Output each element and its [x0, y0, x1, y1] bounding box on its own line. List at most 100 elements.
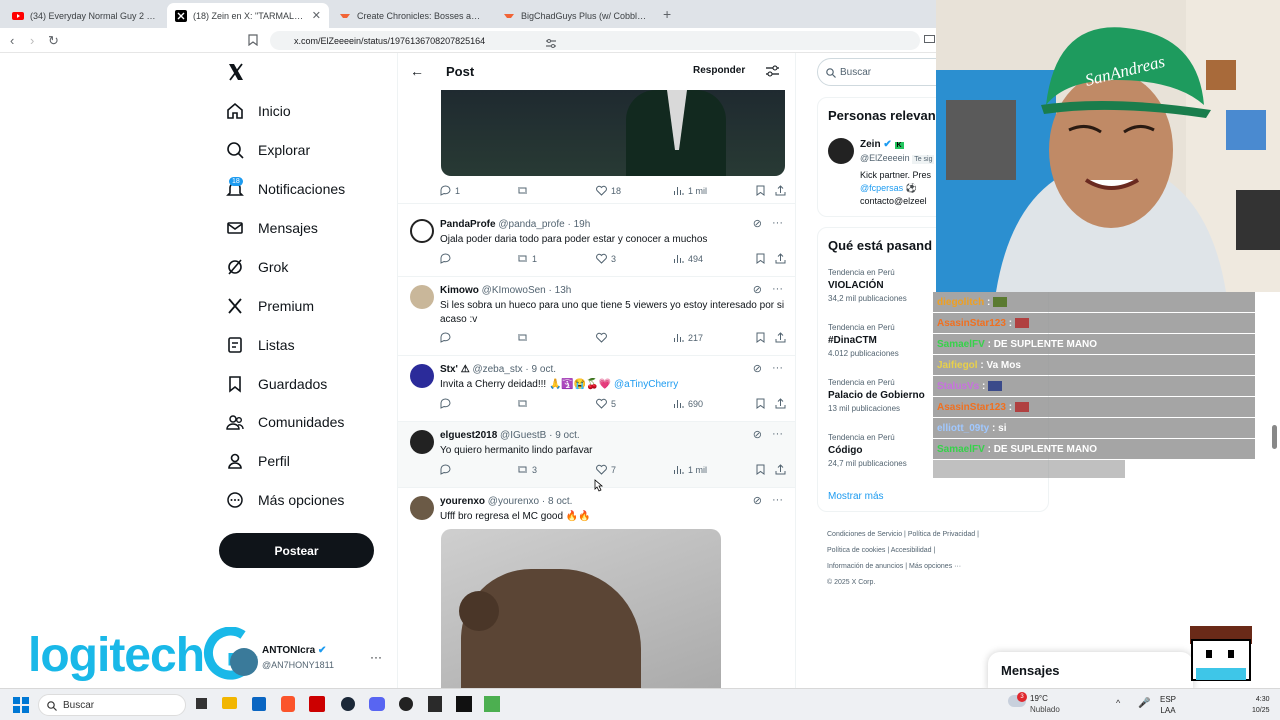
- task-view-icon[interactable]: [196, 698, 207, 709]
- trend-item[interactable]: Tendencia en Perú Código 24,7 mil publicac…: [828, 433, 907, 468]
- browser-tab-active[interactable]: (18) Zein en X: "TARMALAND 2" ✕: [167, 3, 329, 28]
- epic-games-icon[interactable]: [428, 696, 442, 712]
- reply-action[interactable]: [440, 253, 451, 264]
- trend-item[interactable]: Tendencia en Perú Palacio de Gobierno 13 m…: [828, 378, 925, 413]
- sidebar-item-grok[interactable]: Grok: [226, 258, 288, 276]
- sidebar-item-perfil[interactable]: Perfil: [226, 452, 290, 470]
- like-action[interactable]: 7: [596, 464, 616, 475]
- reply-tweet[interactable]: yourenxo @yourenxo · 8 oct. Ufff bro reg…: [398, 488, 795, 693]
- share-action[interactable]: [775, 185, 786, 196]
- brave-browser-icon[interactable]: [281, 696, 295, 712]
- close-tab-icon[interactable]: ✕: [312, 9, 321, 22]
- browser-tab[interactable]: BigChadGuys Plus (w/ Cobblemon): [495, 3, 657, 28]
- reply-button[interactable]: Responder: [693, 65, 745, 76]
- more-icon[interactable]: ···: [772, 494, 783, 507]
- share-action[interactable]: [775, 398, 786, 409]
- bookmark-action[interactable]: [755, 332, 766, 343]
- sidebar-item-mensajes[interactable]: Mensajes: [226, 219, 318, 237]
- repost-action[interactable]: [517, 398, 528, 409]
- tray-chevron-icon[interactable]: ^: [1116, 698, 1120, 708]
- repost-action[interactable]: [517, 332, 528, 343]
- grok-icon[interactable]: ⊘: [753, 428, 762, 441]
- avatar[interactable]: [828, 138, 854, 164]
- avatar[interactable]: [410, 430, 434, 454]
- footer-link[interactable]: Accesibilidad: [891, 547, 932, 554]
- browser-tab[interactable]: (34) Everyday Normal Guy 2 - Jon Lajoie: [4, 3, 164, 28]
- reply-action[interactable]: [440, 398, 451, 409]
- avatar[interactable]: [230, 648, 258, 676]
- bookmark-action[interactable]: [755, 398, 766, 409]
- trend-item[interactable]: Tendencia en Perú VIOLACIÓN 34,2 mil publi…: [828, 268, 907, 303]
- file-explorer-icon[interactable]: [222, 697, 237, 709]
- repost-action[interactable]: 3: [517, 464, 537, 475]
- views-action[interactable]: 1 mil: [673, 185, 707, 196]
- taskbar-search[interactable]: Buscar: [38, 694, 186, 716]
- filter-icon[interactable]: [766, 65, 779, 77]
- grok-icon[interactable]: ⊘: [753, 217, 762, 230]
- like-action[interactable]: 3: [596, 253, 616, 264]
- footer-link[interactable]: Condiciones de Servicio: [827, 531, 902, 538]
- messages-drawer[interactable]: Mensajes: [988, 652, 1193, 690]
- footer-link[interactable]: Información de anuncios: [827, 563, 903, 570]
- minecraft-icon[interactable]: [484, 696, 500, 712]
- microphone-icon[interactable]: 🎤: [1138, 698, 1150, 709]
- footer-link[interactable]: Política de Privacidad: [908, 531, 975, 538]
- account-more-icon[interactable]: ···: [370, 650, 382, 664]
- back-icon[interactable]: ‹: [10, 33, 14, 48]
- new-tab-icon[interactable]: +: [663, 6, 671, 22]
- views-action[interactable]: 217: [673, 332, 703, 343]
- bookmark-action[interactable]: [755, 185, 766, 196]
- input-language[interactable]: ESP LAA: [1160, 694, 1176, 716]
- back-arrow-icon[interactable]: ←: [410, 63, 424, 79]
- reply-tweet[interactable]: Stx' ⚠ @zeba_stx · 9 oct. Invita a Cherr…: [398, 356, 795, 422]
- avatar[interactable]: [410, 219, 434, 243]
- page-scrollbar[interactable]: [1272, 425, 1277, 449]
- repost-action[interactable]: [517, 185, 528, 196]
- more-icon[interactable]: ···: [772, 217, 783, 230]
- reply-tweet[interactable]: Kimowo @KImowoSen · 13h Si les sobra un …: [398, 277, 795, 356]
- browser-tab[interactable]: Create Chronicles: Bosses and Beyond: [331, 3, 493, 28]
- share-action[interactable]: [775, 253, 786, 264]
- site-info-icon[interactable]: [546, 39, 556, 48]
- sidebar-item-listas[interactable]: Listas: [226, 336, 295, 354]
- cast-icon[interactable]: [924, 35, 935, 45]
- grok-icon[interactable]: ⊘: [753, 283, 762, 296]
- sidebar-item-inicio[interactable]: Inicio: [226, 102, 291, 120]
- reload-icon[interactable]: ↻: [48, 33, 59, 49]
- more-icon[interactable]: ···: [772, 428, 783, 441]
- post-button[interactable]: Postear: [219, 533, 374, 568]
- reply-action[interactable]: [440, 332, 451, 343]
- person-name[interactable]: Zein ✔ K: [860, 139, 904, 150]
- views-action[interactable]: 494: [673, 253, 703, 264]
- address-bar[interactable]: x.com/ElZeeeein/status/19761367082078251…: [270, 31, 920, 50]
- reply-action[interactable]: 1: [440, 185, 460, 196]
- grok-icon[interactable]: ⊘: [753, 494, 762, 507]
- store-icon[interactable]: [252, 697, 266, 711]
- avatar[interactable]: [410, 496, 434, 520]
- trend-item[interactable]: Tendencia en Perú #DinaCTM 4.012 publicaci…: [828, 323, 899, 358]
- discord-icon[interactable]: [369, 697, 385, 711]
- like-action[interactable]: 18: [596, 185, 621, 196]
- more-icon[interactable]: ···: [772, 362, 783, 375]
- views-action[interactable]: 1 mil: [673, 464, 707, 475]
- sidebar-item-guardados[interactable]: Guardados: [226, 375, 327, 393]
- bookmark-action[interactable]: [755, 464, 766, 475]
- sidebar-item-explorar[interactable]: Explorar: [226, 141, 310, 159]
- avatar[interactable]: [410, 285, 434, 309]
- app-icon[interactable]: [309, 696, 325, 712]
- mention-link[interactable]: @aTinyCherry: [614, 379, 678, 390]
- sidebar-item-notificaciones[interactable]: Notificaciones 18: [226, 177, 345, 198]
- windows-start-icon[interactable]: [13, 697, 29, 713]
- share-action[interactable]: [775, 332, 786, 343]
- grok-icon[interactable]: ⊘: [753, 362, 762, 375]
- footer-link[interactable]: Más opciones ···: [909, 563, 961, 570]
- obs-icon[interactable]: [399, 697, 413, 711]
- reply-action[interactable]: [440, 464, 451, 475]
- x-app-icon[interactable]: [456, 696, 472, 712]
- repost-action[interactable]: 1: [517, 253, 537, 264]
- sidebar-item-comunidades[interactable]: Comunidades: [226, 413, 344, 431]
- show-more-link[interactable]: Mostrar más: [828, 491, 884, 502]
- avatar[interactable]: [410, 364, 434, 388]
- reply-tweet[interactable]: PandaProfe @panda_profe · 19h Ojala pode…: [398, 211, 795, 277]
- share-action[interactable]: [775, 464, 786, 475]
